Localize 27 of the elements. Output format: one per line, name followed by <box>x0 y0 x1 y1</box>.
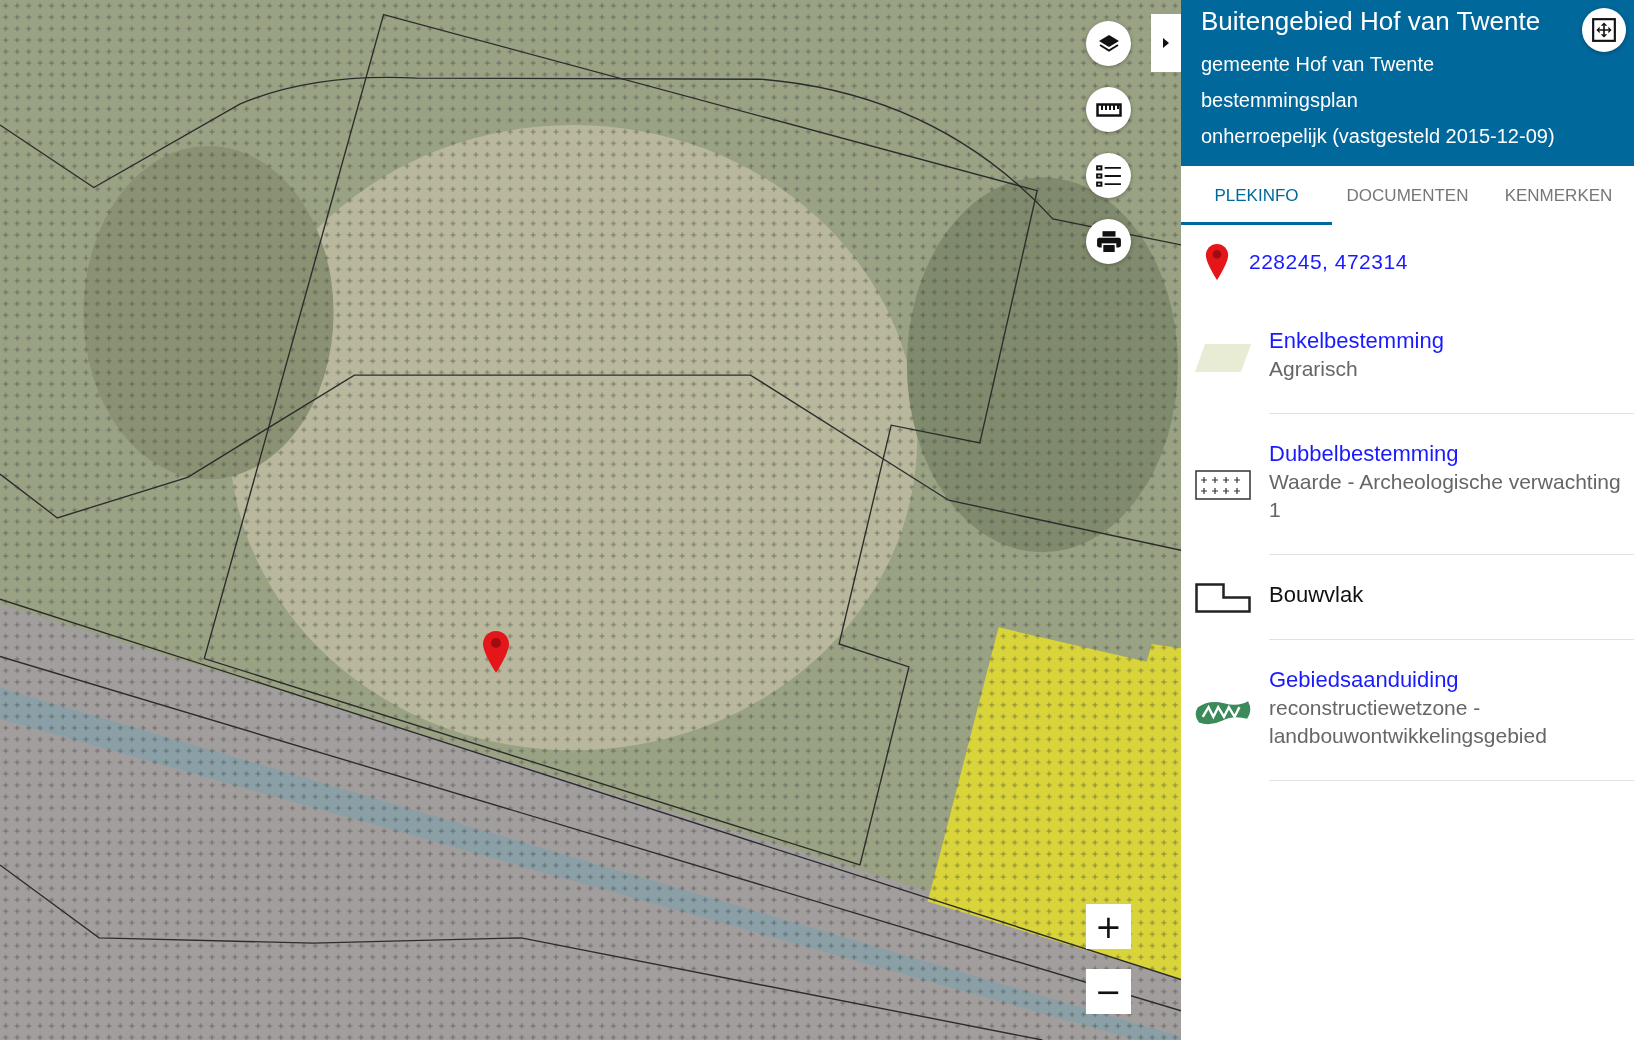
category-value: Agrarisch <box>1269 356 1359 382</box>
plus-pattern-icon <box>1195 469 1251 500</box>
fullscreen-button[interactable] <box>1582 8 1626 52</box>
category-value: reconstructiewetzone - landbouwontwikkelingsgebied <box>1269 695 1548 749</box>
category-label: Bouwvlak <box>1269 581 1364 609</box>
category-link[interactable]: Enkelbestemming <box>1269 327 1444 355</box>
tab[interactable]: KENMERKEN <box>1483 166 1634 225</box>
list-icon <box>1095 163 1122 188</box>
map-pin-icon <box>1205 243 1229 281</box>
map-pin-icon <box>482 630 510 674</box>
caret-icon <box>1163 38 1169 48</box>
category-link[interactable]: Dubbelbestemming <box>1269 440 1459 468</box>
print-icon <box>1095 229 1122 254</box>
plan-info-line: onherroepelijk (vastgesteld 2015-12-09) <box>1201 124 1556 149</box>
coordinates-link[interactable]: 228245, 472314 <box>1249 250 1408 274</box>
building-plot-icon <box>1195 582 1251 613</box>
tab[interactable]: PLEKINFO <box>1181 166 1332 225</box>
plan-info-line: bestemmingsplan <box>1201 88 1359 113</box>
category-value: Waarde - Archeologische verwachting 1 <box>1269 469 1622 523</box>
category-link[interactable]: Gebiedsaanduiding <box>1269 666 1459 694</box>
plan-info-line: gemeente Hof van Twente <box>1201 52 1436 77</box>
plan-title: Buitengebied Hof van Twente <box>1201 5 1541 38</box>
tab[interactable]: DOCUMENTEN <box>1332 166 1483 225</box>
fullscreen-icon <box>1591 17 1617 43</box>
parallelogram-icon <box>1195 342 1251 373</box>
zoom-out-button[interactable]: − <box>1086 969 1131 1014</box>
zoom-in-button[interactable]: + <box>1086 904 1131 949</box>
